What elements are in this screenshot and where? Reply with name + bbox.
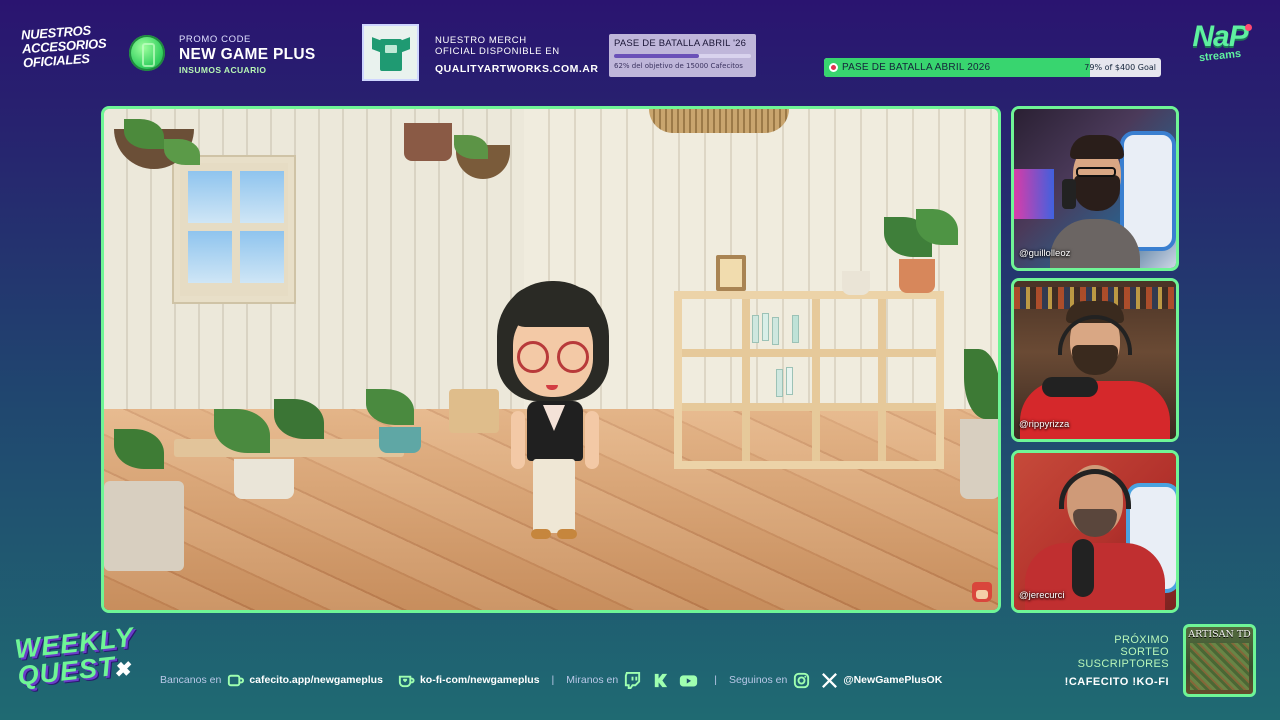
game-scene [104, 109, 998, 610]
webcam-rippy: @rippyrizza [1011, 278, 1179, 442]
close-x-icon: ✖ [112, 658, 133, 683]
webcam-handle-3: @jerecurci [1019, 590, 1065, 601]
twitch-icon[interactable] [623, 671, 642, 690]
goal-value: 79% of $400 Goal [1084, 63, 1156, 72]
webcam-handle-2: @rippyrizza [1019, 419, 1070, 430]
merch-line-1: NUESTRO MERCH [435, 35, 527, 46]
battle-pass-progress-fill [614, 54, 699, 58]
sorteo-commands: !CAFECITO !KO-FI [1064, 676, 1169, 688]
ceiling-lamp [649, 109, 789, 133]
battle-pass-subtitle: 62% del objetivo de 15000 Cafecitos [614, 62, 743, 70]
miranos-label: Miranos en [566, 674, 619, 686]
frame-on-shelf [716, 255, 746, 291]
sorteo-line-3: SUSCRIPTORES [1077, 658, 1169, 670]
weekly-quest-logo: WEEKLY QUEST ✖ [13, 622, 139, 691]
promo-coin-icon [129, 35, 165, 71]
artisan-art [1190, 643, 1249, 690]
youtube-icon[interactable] [679, 671, 698, 690]
microphone [1072, 539, 1094, 597]
artisan-td-thumbnail: ARTISAN TD [1183, 624, 1256, 697]
social-handle[interactable]: @NewGamePlusOK [843, 674, 942, 686]
wooden-shelf [674, 291, 944, 469]
microphone [1062, 179, 1076, 209]
glasses-right [557, 341, 589, 373]
shirt-icon [371, 33, 411, 73]
artisan-title: ARTISAN TD [1188, 629, 1251, 640]
kofi-icon [397, 671, 416, 690]
promo-code: NEW GAME PLUS [179, 46, 316, 63]
mario-icon [972, 582, 992, 602]
hanging-plant-center [404, 123, 452, 161]
accesorios-oficiales-logo: NUESTROS ACCESORIOS OFICIALES [21, 23, 107, 71]
plant-shelf-small [842, 271, 870, 295]
battle-pass-progress-track [614, 54, 751, 58]
promo-code-block: PROMO CODE NEW GAME PLUS INSUMOS ACUARIO [179, 34, 316, 75]
battle-pass-card: PASE DE BATALLA ABRIL '26 62% del objeti… [609, 34, 756, 77]
mii-character [489, 281, 619, 543]
webcam-guillo: @guillolleoz [1011, 106, 1179, 271]
floor-plant-right [960, 419, 998, 499]
bancanos-label: Bancanos en [160, 674, 222, 686]
sorteo-block: PRÓXIMO SORTEO SUSCRIPTORES !CAFECITO !K… [1046, 634, 1169, 688]
floor-plant-left [104, 481, 184, 571]
microphone [1042, 377, 1098, 397]
game-capture-frame [101, 106, 1001, 613]
goal-progress-bar: PASE DE BATALLA ABRIL 2026 79% of $400 G… [824, 58, 1161, 77]
merch-url: QUALITYARTWORKS.COM.AR [435, 63, 599, 75]
plant-shelf-top [899, 259, 935, 293]
nap-logo-dot [1245, 24, 1252, 31]
merch-line-2: OFICIAL DISPONIBLE EN [435, 46, 560, 57]
merch-shirt-thumbnail [362, 24, 419, 81]
cafecito-icon [226, 671, 245, 690]
floor-plant-bench [234, 459, 294, 499]
accesorios-line-3: OFICIALES [22, 50, 91, 71]
plant-teal-pot [379, 427, 421, 453]
webcam-handle-1: @guillolleoz [1019, 248, 1071, 259]
window [174, 157, 294, 302]
kick-icon[interactable] [651, 671, 670, 690]
bench [174, 439, 404, 457]
seguinos-label: Seguinos en [728, 674, 788, 686]
promo-label: PROMO CODE [179, 34, 251, 45]
heart-icon [829, 63, 838, 72]
footer-links: Bancanos en cafecito.app/newgameplus ko-… [160, 670, 942, 690]
battle-pass-title: PASE DE BATALLA ABRIL '26 [614, 38, 747, 49]
webcam-jere: @jerecurci [1011, 450, 1179, 613]
goal-title: PASE DE BATALLA ABRIL 2026 [842, 62, 991, 73]
divider: | [551, 674, 555, 686]
x-icon[interactable] [820, 671, 839, 690]
sorteo-line-1: PRÓXIMO [1114, 634, 1169, 646]
merch-block: NUESTRO MERCH OFICIAL DISPONIBLE EN QUAL… [435, 35, 598, 75]
nap-streams-logo: NaP streams [1182, 22, 1258, 64]
instagram-icon[interactable] [792, 671, 811, 690]
divider: | [714, 674, 717, 686]
sorteo-line-2: SORTEO [1120, 646, 1169, 658]
cafecito-link[interactable]: cafecito.app/newgameplus [249, 674, 383, 686]
glasses-left [517, 341, 549, 373]
kofi-link[interactable]: ko-fi-com/newgameplus [420, 674, 540, 686]
promo-sponsor: INSUMOS ACUARIO [179, 65, 267, 75]
